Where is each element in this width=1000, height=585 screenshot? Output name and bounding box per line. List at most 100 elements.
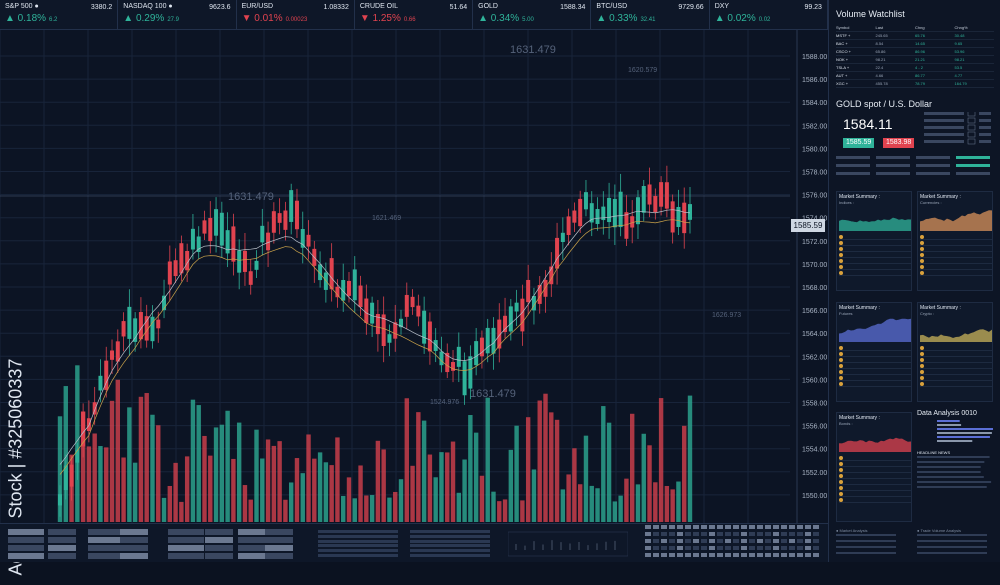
chart-canvas[interactable]: 1588.00 1586.00 1584.00 1582.00 1580.00 1578.… [0,30,828,523]
watchlist-row[interactable]: MSTF + 245.65 65.76 30.48 [836,32,994,40]
flag-icon [839,357,843,362]
data-cell [168,537,204,543]
right-panel: Volume Watchlist Symbol Last Chng Chng% MSTF… [828,0,1000,562]
volume-bar [260,458,265,522]
candle [138,312,143,340]
candle [520,298,525,332]
volume-bar [306,434,311,522]
volume-bar [341,495,346,522]
watchlist-cell: 22.4 [875,65,884,70]
volume-bar [531,469,537,522]
watchlist-title: Volume Watchlist [836,9,905,19]
ghost-price-label: 1631.479 [228,191,274,203]
volume-bar [369,495,375,522]
ticker-change-delta: 0.66 [403,17,416,23]
ticker-change-pct: ▼ 1.25% [359,13,401,24]
ticker-item[interactable]: BTC/USD 9729.66 ▲ 0.33% 32.41 [591,0,710,29]
ticker-change: ▲ 0.34% 5.00 [478,13,585,24]
flag-icon [839,455,843,460]
ticker-change-pct: ▲ 0.02% [714,13,756,24]
watchlist-cell: 98.21 [875,57,886,62]
market-summary-panel[interactable]: Market Summary : Currencies : [917,191,993,291]
candlestick-chart[interactable]: 1588.00 1586.00 1584.00 1582.00 1580.00 1578.… [0,30,828,576]
market-summary-panel[interactable]: Market Summary : Indices : [836,191,912,291]
watchlist-cell: 65.76 [915,33,926,38]
volume-bar [109,400,115,522]
volume-bar [543,393,548,522]
watchlist-cell: XGC + [836,81,849,86]
watchlist-row[interactable]: CSCO + 65.86 86.96 53.96 [836,48,994,56]
watchlist-row[interactable]: NOK + 98.21 21.21 98.21 [836,56,994,64]
flag-icon [839,258,843,263]
candle [618,191,623,228]
gold-stats-block [836,156,990,175]
ghost-price-label: 1524.976 [430,399,459,406]
volume-bar [589,485,594,522]
watchlist-row[interactable]: XGC + 455.78 78.79 164.79 [836,80,994,88]
data-text [318,540,398,543]
summary-row [839,381,911,387]
summary-row [839,497,911,503]
ask-button[interactable]: 1583.98 [883,138,915,148]
volume-bar [416,412,421,522]
ticker-item[interactable]: NASDAQ 100 ● 9623.6 ▲ 0.29% 27.9 [118,0,237,29]
volume-bar [635,484,641,522]
digit-grid [645,525,819,557]
y-tick-label: 1576.00 [802,193,827,200]
market-summary-panel[interactable]: Market Summary : Bonds : [836,412,912,522]
volume-bar [583,435,589,522]
watchlist-cell: 21.21 [915,57,926,62]
watchlist-cell: 9.65 [954,41,963,46]
volume-bar [121,457,126,522]
current-price-tag: 1585.59 [791,219,825,232]
flag-icon [839,351,843,356]
watchlist-header: Symbol [836,25,850,30]
flag-icon [839,264,843,269]
watchlist-row[interactable]: AUT + 4.66 86.77 4.77 [836,72,994,80]
volume-bar [687,395,693,522]
data-cell [8,529,44,535]
ghost-price-label: 1626.973 [712,312,741,319]
volume-bar [104,447,109,522]
candle [341,280,346,301]
volume-bar [294,458,300,522]
data-cell [168,529,204,535]
watchlist-cell: 65.86 [875,49,886,54]
data-cell [8,537,44,543]
watchlist-row[interactable]: BAC + 8.54 14.65 9.65 [836,40,994,48]
data-cell [8,545,44,551]
volume-bar [63,386,68,522]
watchlist-row[interactable]: TSLA + 22.4 4 - 2 53.5 [836,64,994,72]
volume-bar [421,420,427,522]
data-cell [265,545,293,551]
summary-area-chart [839,217,911,231]
volume-bar [335,437,340,522]
candle [462,361,467,396]
ticker-change-delta: 32.41 [640,17,656,23]
volume-bar [254,429,259,522]
volume-bar [364,495,369,522]
market-summary-panel[interactable]: Market Summary : Crypto : [917,302,993,402]
watchlist-cell: MSTF + [836,33,851,38]
market-summary-panel[interactable]: Market Summary : Futures [836,302,912,402]
volume-bar [682,425,687,522]
ticker-item[interactable]: EUR/USD 1.08332 ▼ 0.01% 0.00023 [237,0,355,29]
summary-rows [839,234,911,276]
bid-button[interactable]: 1585.59 [843,138,875,148]
watchlist-cell: 8.54 [875,41,884,46]
watchlist-table[interactable]: Symbol Last Chng Chng% MSTF + 245.65 65.76 30.4… [836,24,994,88]
ticker-item[interactable]: CRUDE OIL 51.64 ▼ 1.25% 0.66 [355,0,474,29]
ticker-item[interactable]: DXY 99.23 ▲ 0.02% 0.02 [710,0,828,29]
ticker-item[interactable]: GOLD 1588.34 ▲ 0.34% 5.00 [473,0,592,29]
volume-bar [80,411,86,522]
volume-bar [312,458,317,522]
volume-bar [271,445,277,522]
volume-bar [445,452,450,522]
headline-news-title: HEADLINE NEWS [917,450,951,455]
volume-bar [265,439,271,522]
ticker-item[interactable]: S&P 500 ● 3380.2 ▲ 0.18% 6.2 [0,0,119,29]
flag-icon [839,461,843,466]
watchlist-cell: 4.66 [875,73,884,78]
data-cell [88,537,124,543]
watchlist-cell: 98.21 [954,57,965,62]
